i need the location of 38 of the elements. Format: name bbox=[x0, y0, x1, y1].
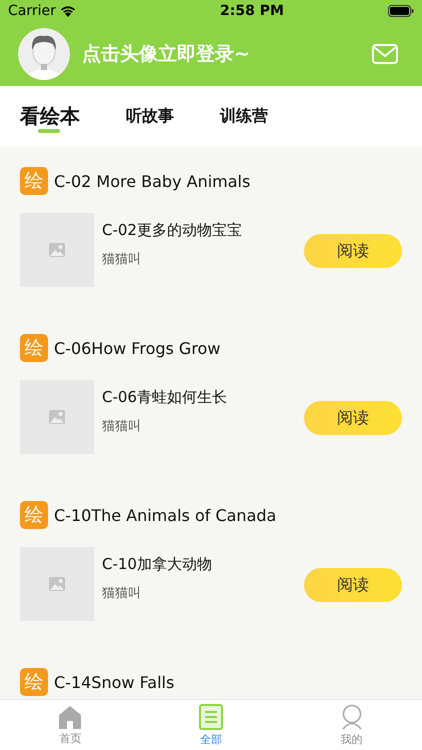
carrier-label: Carrier bbox=[8, 3, 56, 19]
book-title[interactable]: C-10The Animals of Canada bbox=[54, 506, 276, 524]
image-icon bbox=[49, 577, 65, 591]
book-subtitle: C-06青蛙如何生长 bbox=[102, 388, 228, 407]
picture-book-badge: 绘 bbox=[20, 668, 48, 696]
picture-book-badge: 绘 bbox=[20, 167, 48, 195]
status-time: 2:58 PM bbox=[220, 3, 284, 19]
category-tab[interactable]: 训练营 bbox=[220, 106, 268, 127]
cover-placeholder[interactable] bbox=[20, 547, 94, 621]
read-button[interactable]: 阅读 bbox=[304, 401, 402, 435]
book-title[interactable]: C-02 More Baby Animals bbox=[54, 172, 250, 190]
book-icon bbox=[199, 704, 223, 730]
mail-icon[interactable] bbox=[372, 44, 398, 64]
picture-book-badge: 绘 bbox=[20, 501, 48, 529]
book-author: 猫猫叫 bbox=[102, 251, 141, 268]
book-subtitle: C-02更多的动物宝宝 bbox=[102, 221, 243, 240]
category-tab[interactable]: 听故事 bbox=[126, 106, 174, 127]
battery-icon bbox=[388, 5, 414, 17]
avatar-icon[interactable] bbox=[18, 28, 70, 80]
book-title[interactable]: C-14Snow Falls bbox=[54, 672, 174, 692]
image-icon bbox=[49, 243, 65, 257]
book-subtitle: C-10加拿大动物 bbox=[102, 555, 213, 574]
tab-bar-item[interactable]: 全部 bbox=[140, 700, 282, 750]
read-button[interactable]: 阅读 bbox=[304, 234, 402, 268]
book-author: 猫猫叫 bbox=[102, 585, 141, 602]
book-title[interactable]: C-06How Frogs Grow bbox=[54, 338, 220, 358]
wifi-icon bbox=[60, 5, 76, 17]
category-tab[interactable]: 看绘本 bbox=[20, 103, 80, 130]
tab-bar-item[interactable]: 首页 bbox=[0, 700, 141, 750]
tab-bar-item[interactable]: 我的 bbox=[281, 700, 422, 750]
cover-placeholder[interactable] bbox=[20, 380, 94, 454]
person-icon bbox=[340, 704, 364, 730]
image-icon bbox=[49, 410, 65, 424]
book-author: 猫猫叫 bbox=[102, 418, 141, 435]
home-icon bbox=[57, 704, 84, 728]
cover-placeholder[interactable] bbox=[20, 213, 94, 287]
read-button[interactable]: 阅读 bbox=[304, 568, 402, 602]
picture-book-badge: 绘 bbox=[20, 334, 48, 362]
